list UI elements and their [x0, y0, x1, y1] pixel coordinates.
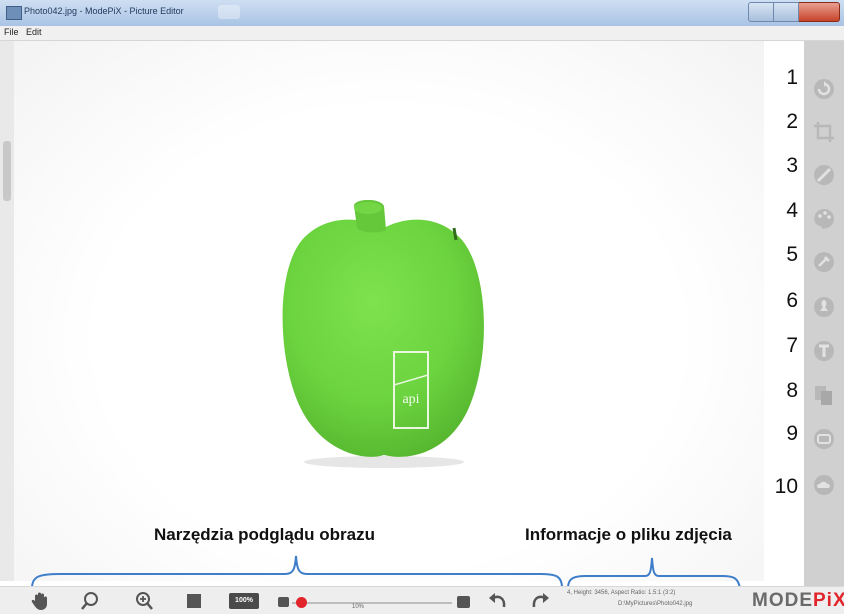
palette-icon: [814, 209, 834, 229]
text-icon: [814, 341, 834, 361]
zoom-slider-knob[interactable]: [296, 597, 307, 608]
tool-number-5: 5: [786, 243, 798, 266]
cloud-icon: [814, 475, 834, 495]
maximize-button[interactable]: [774, 2, 799, 22]
tool-ban[interactable]: [804, 159, 844, 189]
window-title: Photo042.jpg - ModePiX - Picture Editor: [24, 6, 184, 16]
tool-text[interactable]: [804, 335, 844, 365]
effects-icon: [814, 252, 834, 272]
annotation-brackets: [31, 555, 741, 589]
frame-icon: [814, 429, 834, 449]
tool-number-2: 2: [786, 110, 798, 133]
menu-file[interactable]: File: [4, 27, 19, 37]
redo-icon[interactable]: [530, 590, 552, 612]
tool-palette[interactable]: [804, 203, 844, 233]
editing-tools-panel: [804, 41, 844, 586]
fit-screen-icon[interactable]: [183, 590, 205, 612]
apple-photo: api: [282, 200, 484, 468]
tool-frame[interactable]: [804, 423, 844, 453]
close-button[interactable]: [799, 2, 840, 22]
tool-stamp[interactable]: [804, 291, 844, 321]
file-info-caption: Informacje o pliku zdjęcia: [525, 525, 732, 544]
file-dimensions-info: 4, Height: 3456, Aspect Ratio: 1.5:1 (3:…: [567, 590, 676, 596]
preview-tools-bracket: [31, 555, 563, 589]
zoom-max-icon[interactable]: [453, 590, 475, 612]
tool-number-6: 6: [786, 289, 798, 312]
window-controls: [748, 2, 840, 22]
tool-number-9: 9: [786, 422, 798, 445]
zoom-percent: 10%: [352, 604, 365, 610]
left-scrollbar[interactable]: [0, 41, 14, 581]
tool-effects[interactable]: [804, 246, 844, 276]
copy-icon: [815, 386, 832, 405]
zoom-out-icon[interactable]: [79, 590, 101, 612]
scroll-thumb[interactable]: [3, 141, 11, 201]
zoom-100-icon[interactable]: 100%: [229, 593, 259, 609]
tool-number-3: 3: [786, 154, 798, 177]
bottom-toolbar: 100% 10% 4, Height: 3456, Aspect Ratio: …: [0, 586, 844, 614]
menu-bar: File Edit: [0, 26, 844, 41]
ban-icon: [814, 165, 834, 185]
tool-number-7: 7: [786, 334, 798, 357]
hand-icon[interactable]: [30, 590, 52, 612]
logo-mode: MODE: [752, 590, 813, 611]
zoom-in-icon[interactable]: [133, 590, 155, 612]
tool-number-1: 1: [786, 66, 798, 89]
modepix-logo: MODEPiX: [752, 590, 844, 612]
rotate-icon: [814, 79, 834, 99]
tool-number-4: 4: [786, 199, 798, 222]
preview-tools-caption: Narzędzia podglądu obrazu: [154, 525, 376, 544]
file-path-info: D:\MyPictures\Photo042.jpg: [618, 601, 693, 607]
stamp-icon: [814, 297, 834, 317]
tool-number-8: 8: [786, 379, 798, 402]
crop-icon: [814, 122, 834, 142]
tool-cloud[interactable]: [804, 469, 844, 499]
tool-copy[interactable]: [804, 379, 844, 409]
tool-rotate[interactable]: [804, 73, 844, 103]
tool-number-10: 10: [774, 475, 798, 498]
title-tab: [218, 5, 240, 19]
menu-edit[interactable]: Edit: [26, 27, 42, 37]
undo-icon[interactable]: [486, 590, 508, 612]
api-logo-text: api: [402, 392, 419, 407]
zoom-slider-track[interactable]: [292, 602, 452, 604]
app-icon: [6, 6, 22, 20]
zoom-min-icon[interactable]: [273, 590, 295, 612]
title-bar: Photo042.jpg - ModePiX - Picture Editor: [0, 0, 844, 27]
file-info-bracket: [567, 557, 741, 589]
tool-crop[interactable]: [804, 116, 844, 146]
logo-pix: PiX: [813, 590, 844, 611]
minimize-button[interactable]: [748, 2, 774, 22]
